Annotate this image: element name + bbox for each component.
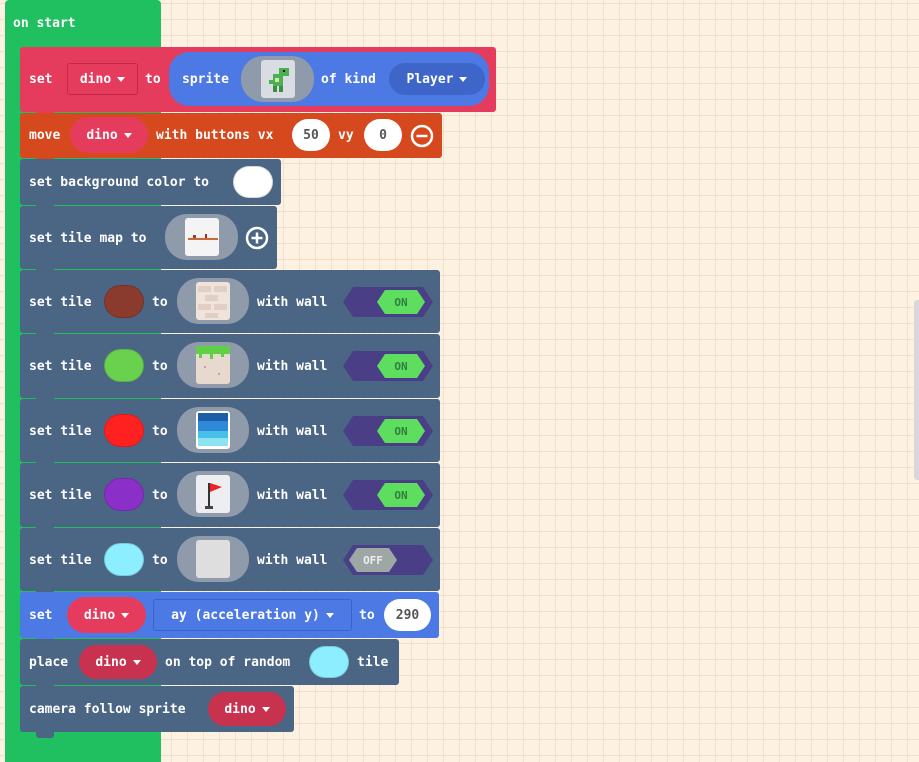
wall-toggle[interactable]: OFF bbox=[343, 545, 433, 575]
tile-image-slot[interactable] bbox=[177, 471, 249, 517]
tile-color-swatch[interactable] bbox=[104, 414, 144, 447]
vy-number-input[interactable]: 0 bbox=[364, 119, 402, 151]
with-wall-keyword: with wall bbox=[257, 359, 328, 374]
chevron-down-icon bbox=[459, 76, 468, 82]
set-keyword: set bbox=[29, 608, 53, 623]
on-top-of-random-keyword: on top of random bbox=[165, 655, 291, 670]
brick-wall-image bbox=[196, 282, 230, 320]
property-name: ay (acceleration y) bbox=[171, 607, 320, 623]
tile-map-image-slot[interactable] bbox=[165, 214, 238, 260]
variable-dropdown-dino[interactable]: dino bbox=[70, 117, 148, 153]
toggle-state: ON bbox=[377, 483, 425, 507]
variable-dropdown-dino[interactable]: dino bbox=[67, 63, 138, 95]
sprite-image-slot[interactable] bbox=[241, 56, 314, 102]
wall-toggle[interactable]: ON bbox=[343, 287, 433, 317]
variable-dropdown-dino[interactable]: dino bbox=[208, 692, 286, 726]
scrollbar[interactable] bbox=[914, 300, 919, 480]
to-keyword: to bbox=[145, 72, 161, 87]
set-tile-keyword: set tile bbox=[29, 553, 92, 568]
chevron-down-icon bbox=[325, 612, 334, 618]
with-buttons-vx-keyword: with buttons vx bbox=[156, 128, 274, 143]
variable-dropdown-dino[interactable]: dino bbox=[67, 597, 146, 633]
property-dropdown[interactable]: ay (acceleration y) bbox=[153, 599, 352, 631]
tile-color-swatch[interactable] bbox=[309, 646, 349, 678]
water-image bbox=[196, 411, 230, 449]
set-keyword: set bbox=[29, 72, 53, 87]
chevron-down-icon bbox=[121, 612, 130, 618]
variable-name: dino bbox=[79, 71, 112, 87]
wall-toggle[interactable]: ON bbox=[343, 480, 433, 510]
camera-follow-sprite-keyword: camera follow sprite bbox=[29, 702, 186, 717]
tile-color-swatch[interactable] bbox=[104, 543, 144, 576]
tile-image-slot[interactable] bbox=[177, 536, 249, 582]
on-start-label: on start bbox=[13, 16, 76, 31]
set-tile-keyword: set tile bbox=[29, 359, 92, 374]
toggle-state: ON bbox=[377, 354, 425, 378]
set-tile-keyword: set tile bbox=[29, 295, 92, 310]
set-tile-keyword: set tile bbox=[29, 424, 92, 439]
plus-circle-icon[interactable] bbox=[245, 226, 269, 250]
to-keyword: to bbox=[152, 424, 168, 439]
set-tile-map-keyword: set tile map to bbox=[29, 231, 147, 246]
tile-map-preview bbox=[184, 218, 219, 256]
empty-tile-image bbox=[196, 540, 230, 578]
move-keyword: move bbox=[29, 128, 61, 143]
tile-color-swatch[interactable] bbox=[104, 478, 144, 511]
to-keyword: to bbox=[359, 608, 375, 623]
tile-image-slot[interactable] bbox=[177, 278, 249, 324]
minus-circle-icon[interactable] bbox=[410, 124, 434, 148]
toggle-state: ON bbox=[377, 290, 425, 314]
chevron-down-icon bbox=[132, 659, 141, 665]
chevron-down-icon bbox=[261, 706, 270, 712]
chevron-down-icon bbox=[117, 76, 126, 82]
place-keyword: place bbox=[29, 655, 69, 670]
with-wall-keyword: with wall bbox=[257, 488, 328, 503]
grass-dirt-image bbox=[196, 346, 230, 384]
kind-value: Player bbox=[406, 71, 454, 87]
toggle-state: ON bbox=[377, 419, 425, 443]
to-keyword: to bbox=[152, 359, 168, 374]
acceleration-number-input[interactable]: 290 bbox=[384, 599, 431, 631]
to-keyword: to bbox=[152, 295, 168, 310]
sprite-keyword: sprite bbox=[182, 72, 229, 87]
background-color-swatch[interactable] bbox=[233, 166, 273, 198]
with-wall-keyword: with wall bbox=[257, 424, 328, 439]
to-keyword: to bbox=[152, 553, 168, 568]
vx-number-input[interactable]: 50 bbox=[292, 119, 330, 151]
wall-toggle[interactable]: ON bbox=[343, 416, 433, 446]
tile-color-swatch[interactable] bbox=[104, 285, 144, 318]
variable-name: dino bbox=[95, 654, 127, 670]
tile-keyword: tile bbox=[357, 655, 389, 670]
variable-name: dino bbox=[86, 127, 118, 143]
red-flag-image bbox=[196, 475, 230, 513]
kind-dropdown[interactable]: Player bbox=[389, 63, 485, 95]
toggle-state: OFF bbox=[349, 548, 397, 572]
tile-image-slot[interactable] bbox=[177, 342, 249, 388]
tile-image-slot[interactable] bbox=[177, 407, 249, 453]
chevron-down-icon bbox=[123, 132, 132, 138]
of-kind-keyword: of kind bbox=[321, 72, 376, 87]
to-keyword: to bbox=[152, 488, 168, 503]
variable-dropdown-dino[interactable]: dino bbox=[79, 645, 157, 679]
tile-color-swatch[interactable] bbox=[104, 349, 144, 382]
wall-toggle[interactable]: ON bbox=[343, 351, 433, 381]
dino-sprite-image bbox=[260, 60, 295, 98]
set-background-color-keyword: set background color to bbox=[29, 175, 210, 190]
with-wall-keyword: with wall bbox=[257, 295, 328, 310]
set-tile-keyword: set tile bbox=[29, 488, 92, 503]
variable-name: dino bbox=[83, 607, 116, 623]
vy-keyword: vy bbox=[338, 128, 354, 143]
variable-name: dino bbox=[224, 701, 256, 717]
with-wall-keyword: with wall bbox=[257, 553, 328, 568]
